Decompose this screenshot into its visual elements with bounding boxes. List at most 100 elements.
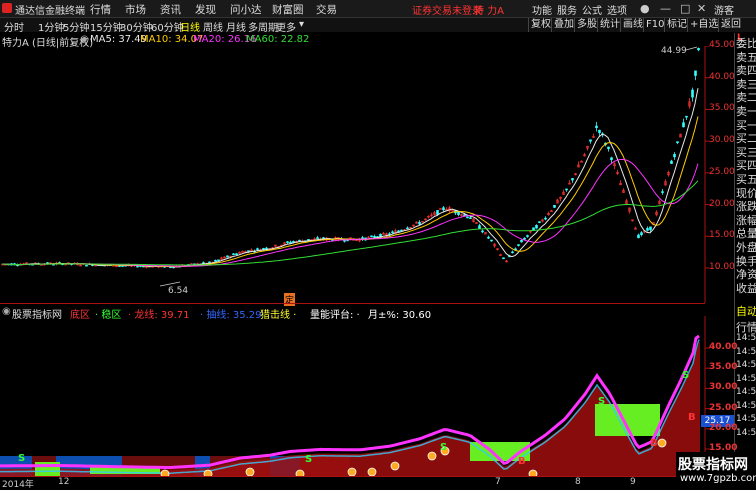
- candle-body: [442, 207, 445, 211]
- ma-toggle-icon[interactable]: ◉: [80, 34, 89, 45]
- back-button[interactable]: 返回: [718, 18, 743, 32]
- side-auto-label: 自动: [736, 305, 756, 318]
- tab-15min[interactable]: 15分钟: [90, 19, 123, 34]
- price-axis-label: 45.00: [709, 40, 735, 50]
- menu-market[interactable]: 市场: [125, 2, 146, 17]
- side-time-label: 14:50: [736, 414, 756, 424]
- menu-ask[interactable]: 问小达: [230, 2, 262, 17]
- candle-body: [640, 232, 643, 235]
- ma10-line: [1, 116, 699, 268]
- side-item-label: 卖二: [736, 91, 756, 105]
- tab-intraday[interactable]: 分时: [4, 19, 24, 34]
- candle-body: [685, 115, 688, 118]
- side-item-label: 委比: [736, 37, 756, 50]
- user-icon[interactable]: ●: [640, 2, 650, 15]
- user-label[interactable]: 游客: [714, 2, 734, 17]
- side-item-label: 外盘: [736, 241, 756, 254]
- price-axis-label: 20.00: [709, 198, 735, 209]
- candle-body: [343, 240, 346, 242]
- candle-body: [118, 265, 121, 267]
- tab-daily[interactable]: 日线: [180, 19, 200, 34]
- side-item-label: 买三: [736, 145, 756, 159]
- candle-body: [436, 210, 439, 215]
- candle-body: [226, 255, 229, 258]
- stats-button[interactable]: 统计: [597, 18, 622, 32]
- candle-body: [517, 244, 520, 246]
- draw-button[interactable]: 画线: [620, 18, 645, 32]
- price-axis-label: 40.00: [709, 71, 735, 82]
- signal-letter: S: [598, 396, 605, 407]
- price-axis-label: 25.00: [709, 166, 735, 177]
- candle-body: [439, 208, 442, 210]
- menu-news[interactable]: 资讯: [160, 2, 181, 17]
- menu-options[interactable]: 选项: [607, 2, 627, 17]
- candle-body: [553, 205, 556, 208]
- candle-body: [298, 239, 301, 242]
- menu-formula[interactable]: 公式: [582, 2, 602, 17]
- restore-icon[interactable]: □: [680, 2, 690, 15]
- signal-letter: B: [650, 438, 658, 449]
- signal-letter: S: [440, 442, 447, 453]
- mark-button[interactable]: 标记: [664, 18, 689, 32]
- period-toolbar: 分时 1分钟 5分钟 15分钟 30分钟 60分钟 日线 周线 月线 多周期 更…: [0, 18, 756, 34]
- tab-60min[interactable]: 60分钟: [151, 19, 184, 34]
- tab-1min[interactable]: 1分钟: [38, 19, 64, 34]
- candle-body: [316, 237, 319, 239]
- side-item-label: 卖三: [736, 77, 756, 91]
- multi-stock-button[interactable]: 多股: [574, 18, 599, 32]
- add-watchlist-button[interactable]: +自选: [687, 18, 720, 32]
- candle-body: [523, 237, 526, 240]
- candle-body: [646, 228, 649, 231]
- candle-body: [397, 230, 400, 233]
- app-name: 通达信金融终端: [15, 6, 85, 17]
- candle-body: [286, 241, 289, 243]
- menu-discover[interactable]: 发现: [195, 2, 216, 17]
- date-axis: 2014年 12 7 8 9: [0, 476, 705, 490]
- menu-service[interactable]: 服务: [557, 2, 577, 17]
- overlay-button[interactable]: 叠加: [551, 18, 576, 32]
- title-bar: 通达信金融终端 行情 市场 资讯 发现 问小达 财富圈 交易 证券交易未登录 特…: [0, 0, 756, 18]
- menu-function[interactable]: 功能: [532, 2, 552, 17]
- candle-body: [136, 265, 139, 268]
- candle-body: [697, 48, 700, 51]
- tab-more[interactable]: 更多: [276, 19, 296, 34]
- tab-5min[interactable]: 5分钟: [63, 19, 89, 34]
- price-axis-label: 30.00: [709, 135, 735, 146]
- candle-body: [478, 225, 481, 230]
- tab-multi-period[interactable]: 多周期: [248, 19, 278, 34]
- side-item-label: 买一: [736, 118, 756, 132]
- minimize-icon[interactable]: —: [660, 2, 671, 15]
- signal-circle: [390, 461, 400, 471]
- price-chart[interactable]: [0, 46, 734, 303]
- f10-button[interactable]: F10: [643, 18, 666, 32]
- side-time-label: 14:50: [736, 360, 756, 370]
- stock-name: 特 力A: [474, 6, 505, 17]
- menu-wealth[interactable]: 财富圈: [272, 2, 304, 17]
- ma60-line: [1, 180, 699, 266]
- candle-body: [418, 221, 421, 225]
- tab-30min[interactable]: 30分钟: [120, 19, 153, 34]
- candle-body: [370, 235, 373, 238]
- indicator-chart[interactable]: S B B S B S S S: [0, 316, 734, 476]
- app-logo-icon: [2, 3, 12, 13]
- tab-weekly[interactable]: 周线: [203, 19, 223, 34]
- date-tick: 8: [575, 477, 581, 487]
- close-icon[interactable]: ✕: [697, 2, 706, 15]
- high-price-label: 44.99: [661, 46, 687, 56]
- side-item-label: 总量: [736, 227, 756, 241]
- ma60-label: MA60: 22.82: [246, 34, 310, 45]
- more-chevron-icon[interactable]: ▾: [299, 19, 304, 30]
- menu-trade[interactable]: 交易: [316, 2, 337, 17]
- tab-monthly[interactable]: 月线: [226, 19, 246, 34]
- watermark-url: www.7gpzb.com: [680, 473, 756, 484]
- candle-body: [85, 264, 88, 267]
- side-item-label: 买五: [736, 173, 756, 186]
- date-tick: 12: [58, 477, 70, 487]
- adjust-button[interactable]: 复权: [528, 18, 553, 32]
- ma5-label: MA5: 37.49: [90, 34, 148, 45]
- signal-circle: [367, 467, 377, 476]
- candle-body: [241, 251, 244, 253]
- login-warning[interactable]: 证券交易未登录: [412, 2, 482, 17]
- candle-body: [511, 251, 514, 254]
- menu-quotes[interactable]: 行情: [90, 2, 111, 17]
